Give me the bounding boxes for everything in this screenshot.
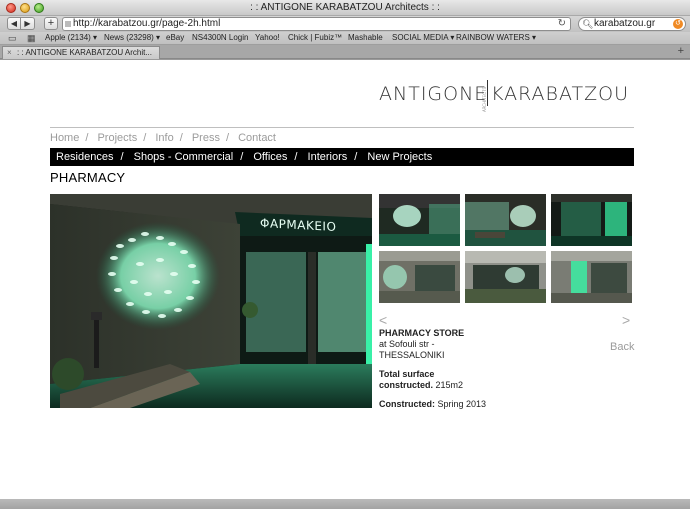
- header-divider: [50, 127, 634, 128]
- bookmark-apple[interactable]: Apple (2134) ▾: [45, 32, 97, 44]
- add-bookmark-button[interactable]: +: [44, 17, 58, 30]
- project-address-line2: THESSALONIKI: [379, 350, 445, 360]
- category-separator: /: [354, 151, 358, 163]
- thumbnail-image: [465, 194, 546, 246]
- bookmark-news[interactable]: News (23298) ▾: [104, 32, 160, 44]
- logo-last-name: KARABATZOU: [491, 83, 629, 105]
- previous-image-arrow[interactable]: <: [379, 312, 387, 328]
- logo-divider: [487, 80, 488, 106]
- back-arrow-icon: ◀: [10, 19, 18, 28]
- site-logo[interactable]: ANTIGONE ARCHITECTS KARABATZOU: [379, 80, 631, 113]
- thumbnail-1[interactable]: [379, 194, 460, 246]
- reload-icon[interactable]: ↻: [558, 18, 566, 30]
- thumbnail-image: [379, 194, 460, 246]
- bookmark-yahoo[interactable]: Yahoo!: [255, 32, 280, 44]
- window-titlebar: : : ANTIGONE KARABATZOU Architects : :: [0, 0, 690, 16]
- bookmark-fubiz[interactable]: Chick | Fubiz™: [288, 32, 342, 44]
- tab-bar: × : : ANTIGONE KARABATZOU Archit... +: [0, 45, 690, 59]
- plus-icon: +: [47, 17, 55, 29]
- thumbnail-image: [551, 194, 632, 246]
- page-title: PHARMACY: [50, 170, 126, 185]
- book-icon[interactable]: ▭: [8, 32, 17, 44]
- new-tab-icon[interactable]: +: [678, 45, 684, 58]
- back-link[interactable]: Back: [610, 341, 634, 353]
- logo-architects: ARCHITECTS: [482, 87, 487, 113]
- surface-value: 215m2: [435, 380, 464, 390]
- site-favicon-icon: [65, 21, 71, 27]
- category-separator: /: [294, 151, 298, 163]
- thumbnail-3[interactable]: [551, 194, 632, 246]
- bookmark-social-media[interactable]: SOCIAL MEDIA ▾: [392, 32, 454, 44]
- thumbnail-image: [551, 251, 632, 303]
- thumbnail-4[interactable]: [379, 251, 460, 303]
- thumbnail-image: [465, 251, 546, 303]
- bookmark-ebay[interactable]: eBay: [166, 32, 184, 44]
- nav-separator: /: [143, 132, 147, 144]
- tab-antigone[interactable]: × : : ANTIGONE KARABATZOU Archit...: [2, 46, 160, 59]
- tab-label: : : ANTIGONE KARABATZOU Archit...: [17, 48, 152, 57]
- search-icon: 🔍︎: [582, 19, 594, 29]
- next-image-arrow[interactable]: >: [622, 312, 630, 328]
- window-title: : : ANTIGONE KARABATZOU Architects : :: [250, 2, 440, 13]
- grid-icon[interactable]: ▦: [27, 32, 36, 44]
- surface-label-2: constructed.: [379, 380, 434, 390]
- thumbnail-image: [379, 251, 460, 303]
- project-details: PHARMACY STORE at Sofouli str - THESSALO…: [379, 328, 499, 410]
- category-offices[interactable]: Offices: [253, 151, 287, 163]
- nav-separator: /: [85, 132, 89, 144]
- nav-projects[interactable]: Projects: [97, 132, 137, 144]
- category-residences[interactable]: Residences: [56, 151, 113, 163]
- back-button[interactable]: ◀: [7, 17, 21, 30]
- nav-contact[interactable]: Contact: [238, 132, 276, 144]
- project-name: PHARMACY STORE: [379, 328, 465, 338]
- constructed-label: Constructed:: [379, 399, 435, 409]
- bookmark-mashable[interactable]: Mashable: [348, 32, 383, 44]
- category-shops-commercial[interactable]: Shops - Commercial: [134, 151, 234, 163]
- bookmark-ns4300n[interactable]: NS4300N Login: [192, 32, 248, 44]
- constructed-value: Spring 2013: [437, 399, 487, 409]
- category-new-projects[interactable]: New Projects: [367, 151, 432, 163]
- logo-first-name: ANTIGONE: [379, 83, 488, 105]
- thumbnail-5[interactable]: [465, 251, 546, 303]
- category-navigation: Residences / Shops - Commercial / Offices /…: [50, 148, 634, 166]
- nav-separator: /: [179, 132, 183, 144]
- web-page: ANTIGONE ARCHITECTS KARABATZOU Home / Pro…: [0, 60, 690, 499]
- nav-info[interactable]: Info: [155, 132, 173, 144]
- nav-home[interactable]: Home: [50, 132, 79, 144]
- nav-press[interactable]: Press: [192, 132, 220, 144]
- top-navigation: Home / Projects / Info / Press / Contact: [50, 132, 276, 144]
- nav-separator: /: [225, 132, 230, 144]
- close-tab-icon[interactable]: ×: [7, 47, 12, 59]
- project-address-line1: at Sofouli str -: [379, 339, 435, 349]
- bookmark-rainbow-waters[interactable]: RAINBOW WATERS ▾: [456, 32, 536, 44]
- thumbnail-6[interactable]: [551, 251, 632, 303]
- search-snapback-icon[interactable]: ↺: [673, 19, 683, 29]
- address-bar[interactable]: http://karabatzou.gr/page-2h.html ↻: [62, 17, 571, 31]
- bookmarks-bar: ▭ ▦ Apple (2134) ▾ News (23298) ▾ eBay N…: [0, 32, 690, 45]
- main-project-photo: ΦΑΡΜΑΚΕΙΟ: [50, 194, 372, 408]
- search-field[interactable]: 🔍︎ karabatzou.gr ↺: [578, 17, 686, 31]
- category-separator: /: [240, 151, 244, 163]
- category-interiors[interactable]: Interiors: [308, 151, 348, 163]
- address-text: http://karabatzou.gr/page-2h.html: [73, 18, 221, 29]
- status-bar: [0, 499, 690, 509]
- thumbnail-2[interactable]: [465, 194, 546, 246]
- category-separator: /: [120, 151, 124, 163]
- forward-button[interactable]: ▶: [21, 17, 35, 30]
- search-text: karabatzou.gr: [594, 18, 656, 29]
- browser-toolbar: ◀ ▶ + http://karabatzou.gr/page-2h.html …: [0, 16, 690, 32]
- surface-label-1: Total surface: [379, 369, 435, 379]
- forward-arrow-icon: ▶: [24, 19, 31, 28]
